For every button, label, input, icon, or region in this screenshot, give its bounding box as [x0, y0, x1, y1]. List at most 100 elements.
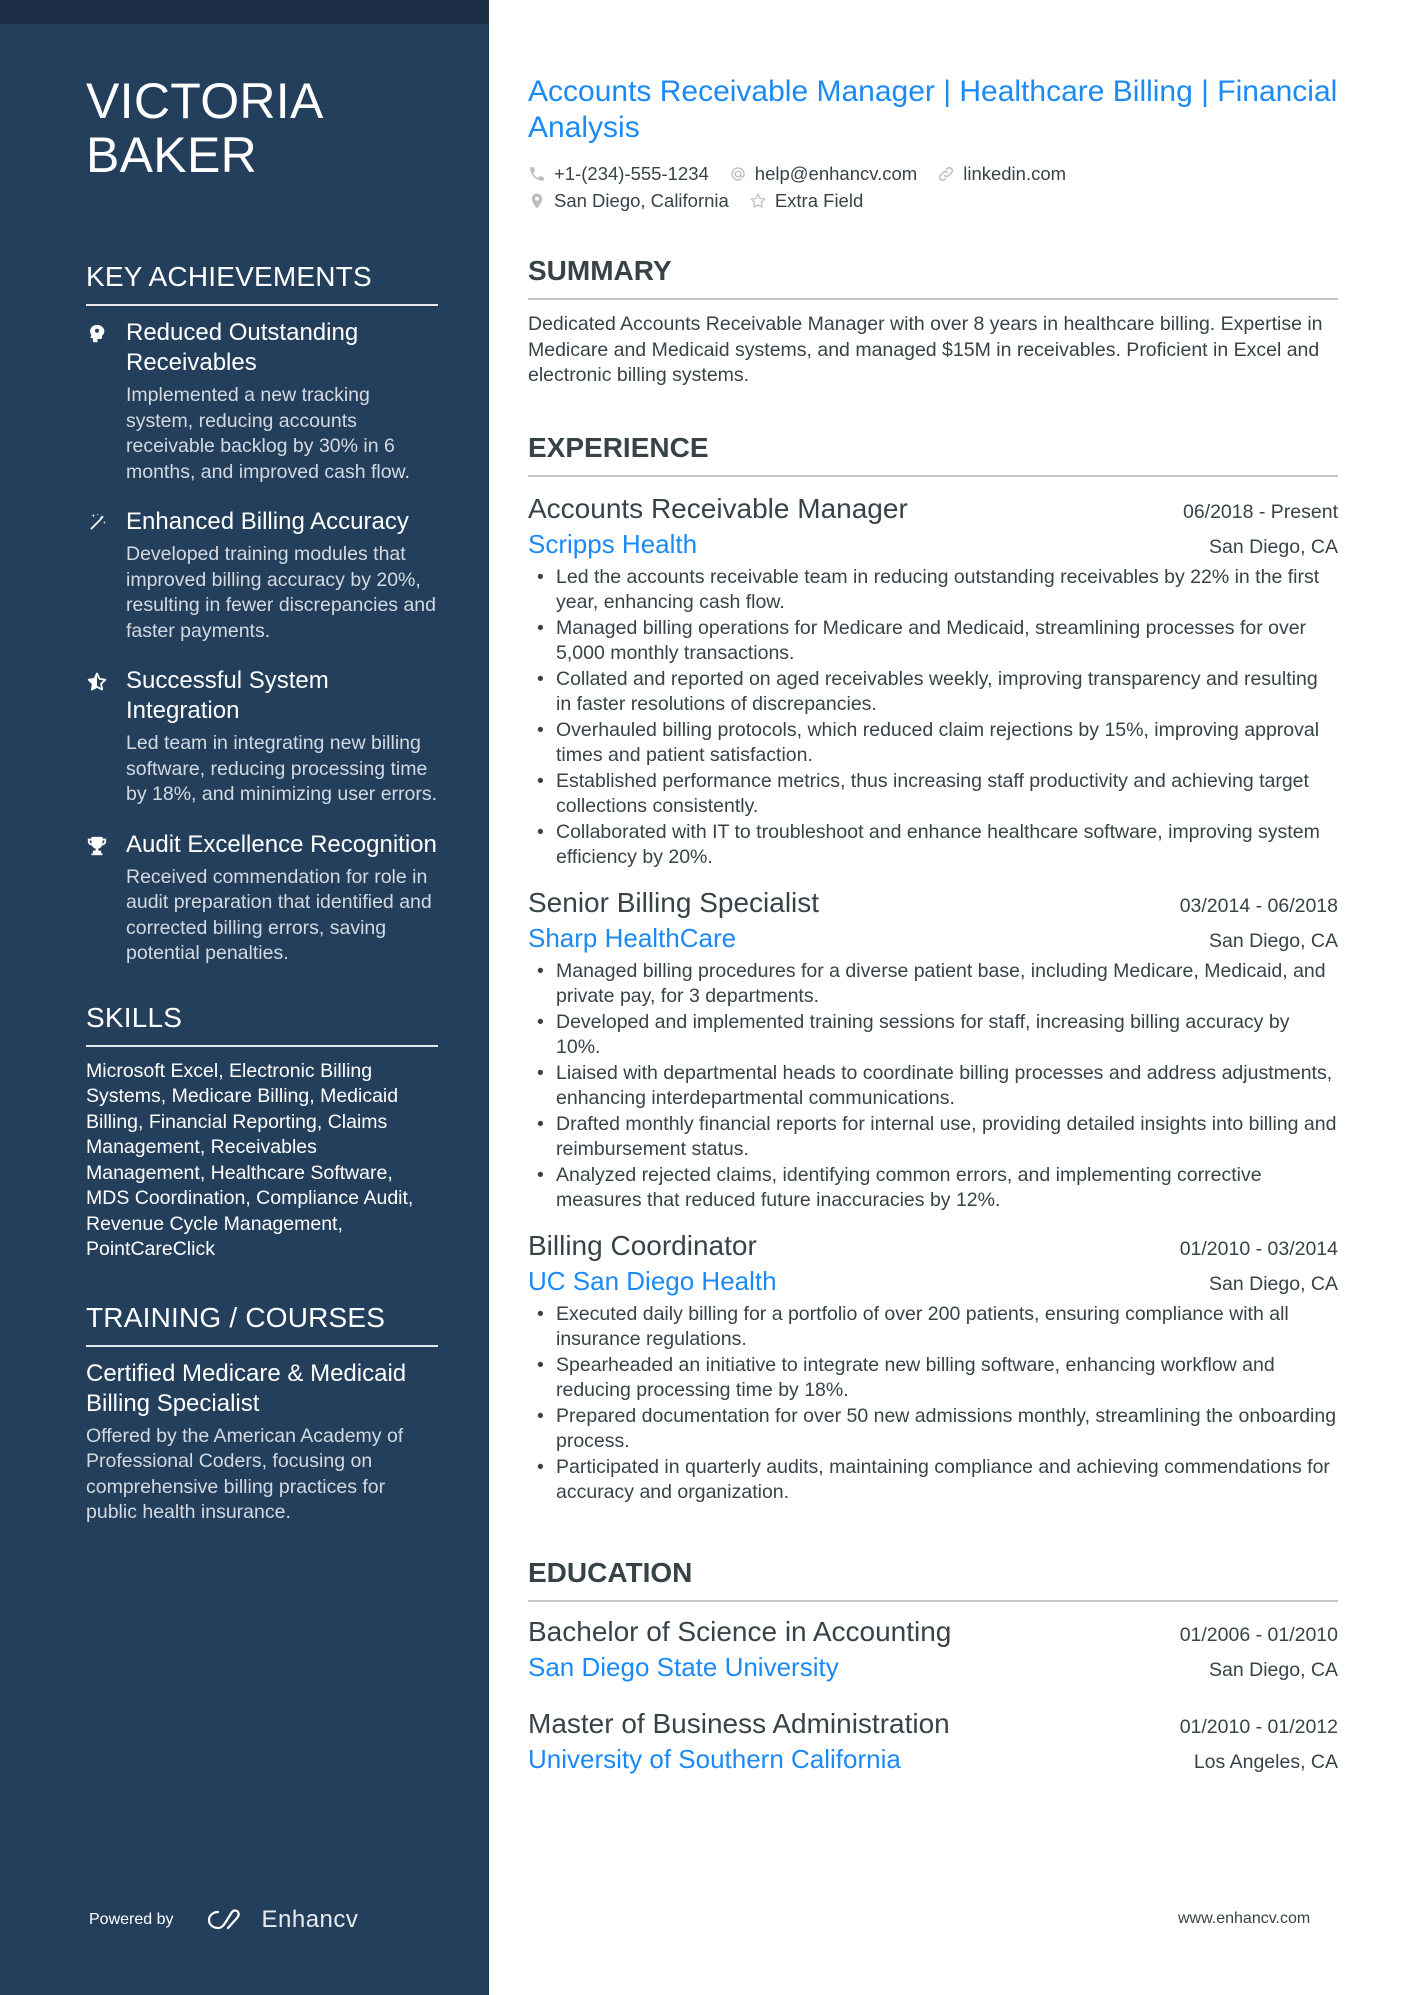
skills-section: SKILLS Microsoft Excel, Electronic Billi… [86, 1001, 438, 1263]
achievement-description: Implemented a new tracking system, reduc… [126, 384, 410, 483]
job-bullet: Liaised with departmental heads to coord… [528, 1061, 1338, 1112]
summary-text: Dedicated Accounts Receivable Manager wi… [528, 313, 1323, 386]
sidebar-top-strip [0, 0, 489, 24]
job-bullets: Managed billing procedures for a diverse… [528, 959, 1338, 1214]
achievement-title: Enhanced Billing Accuracy [126, 508, 409, 535]
achievement-item: Reduced Outstanding Receivables Implemen… [86, 318, 438, 485]
sidebar: VICTORIA BAKER KEY ACHIEVEMENTS Reduced … [0, 0, 489, 1995]
trophy-icon [87, 836, 107, 855]
education-entry: Master of Business Administration 01/201… [528, 1706, 1338, 1776]
school-location: San Diego, CA [1209, 1658, 1338, 1681]
job-bullet: Established performance metrics, thus in… [528, 769, 1338, 820]
achievement-item: Audit Excellence Recognition Received co… [86, 830, 438, 967]
contact-info: +1-(234)-555-1234 help@enhancv.com linke… [528, 160, 1338, 214]
job-bullet: Spearheaded an initiative to integrate n… [528, 1353, 1338, 1404]
job-bullet: Developed and implemented training sessi… [528, 1010, 1338, 1061]
achievement-description: Developed training modules that improved… [126, 543, 437, 642]
phone-icon [530, 166, 544, 181]
job-title: Accounts Receivable Manager [528, 492, 908, 524]
key-achievements-heading: KEY ACHIEVEMENTS [86, 260, 438, 306]
education-dates: 01/2006 - 01/2010 [1179, 1623, 1338, 1646]
company-name: Scripps Health [528, 528, 698, 559]
training-heading: TRAINING / COURSES [86, 1301, 438, 1347]
job-location: San Diego, CA [1209, 535, 1338, 558]
summary-heading: SUMMARY [528, 254, 1338, 300]
company-name: UC San Diego Health [528, 1265, 777, 1296]
name-last: BAKER [86, 127, 258, 183]
achievement-description: Received commendation for role in audit … [126, 865, 432, 965]
magic-wand-icon [90, 513, 106, 530]
star-outline-icon [750, 193, 766, 208]
achievement-description: Led team in integrating new billing soft… [126, 732, 438, 805]
job-bullet: Participated in quarterly audits, mainta… [528, 1455, 1338, 1506]
skills-list: Microsoft Excel, Electronic Billing Syst… [86, 1059, 414, 1261]
job-bullet: Collated and reported on aged receivable… [528, 667, 1338, 718]
job-bullet: Collaborated with IT to troubleshoot and… [528, 820, 1338, 871]
powered-by: Powered by Enhancv [89, 1906, 358, 1934]
email-text: help@enhancv.com [754, 162, 918, 184]
contact-link[interactable]: linkedin.com [937, 163, 1066, 185]
experience-entry: Accounts Receivable Manager 06/2018 - Pr… [528, 491, 1338, 871]
job-location: San Diego, CA [1209, 929, 1338, 952]
enhancv-logo-icon [207, 1909, 240, 1930]
experience-entry: Senior Billing Specialist 03/2014 - 06/2… [528, 885, 1338, 1214]
link-text: linkedin.com [963, 162, 1067, 184]
job-dates: 06/2018 - Present [1182, 500, 1338, 523]
skills-heading: SKILLS [86, 1001, 438, 1047]
powered-by-label: Powered by [89, 1911, 174, 1928]
education-entry: Bachelor of Science in Accounting 01/200… [528, 1614, 1338, 1684]
contact-phone[interactable]: +1-(234)-555-1234 [528, 163, 709, 185]
course-title: Certified Medicare & Medicaid Billing Sp… [86, 1359, 407, 1417]
experience-heading: EXPERIENCE [528, 431, 1338, 477]
course-description: Offered by the American Academy of Profe… [86, 1424, 404, 1524]
summary-section: SUMMARY Dedicated Accounts Receivable Ma… [528, 254, 1338, 389]
job-bullet: Executed daily billing for a portfolio o… [528, 1302, 1338, 1353]
key-achievements-section: KEY ACHIEVEMENTS Reduced Outstanding Rec… [86, 260, 438, 967]
job-dates: 03/2014 - 06/2018 [1179, 894, 1338, 917]
achievement-title: Audit Excellence Recognition [126, 830, 437, 858]
name-first: VICTORIA [86, 73, 324, 129]
job-bullets: Led the accounts receivable team in redu… [528, 565, 1338, 871]
link-icon [939, 166, 954, 181]
job-location: San Diego, CA [1209, 1272, 1338, 1295]
contact-email[interactable]: help@enhancv.com [729, 163, 917, 185]
extra-field-text: Extra Field [774, 189, 864, 211]
phone-text: +1-(234)-555-1234 [554, 162, 709, 184]
job-bullet: Led the accounts receivable team in redu… [528, 565, 1338, 616]
website-footer-link[interactable]: www.enhancv.com [1178, 1910, 1310, 1928]
degree-title: Master of Business Administration [528, 1707, 950, 1739]
contact-row: San Diego, California Extra Field [528, 187, 1338, 214]
job-bullet: Managed billing operations for Medicare … [528, 616, 1338, 667]
education-dates: 01/2010 - 01/2012 [1179, 1715, 1338, 1738]
contact-extra: Extra Field [749, 190, 863, 212]
job-dates: 01/2010 - 03/2014 [1179, 1237, 1338, 1260]
headline: Accounts Receivable Manager | Healthcare… [528, 75, 1338, 144]
experience-entry: Billing Coordinator 01/2010 - 03/2014 UC… [528, 1228, 1338, 1506]
achievement-item: Successful System Integration Led team i… [86, 666, 438, 808]
candidate-name: VICTORIA BAKER [86, 74, 438, 182]
enhancv-brand: Enhancv [261, 1906, 359, 1933]
education-section: EDUCATION Bachelor of Science in Account… [528, 1556, 1338, 1776]
education-heading: EDUCATION [528, 1556, 1338, 1602]
resume-header: Accounts Receivable Manager | Healthcare… [528, 74, 1338, 214]
course-item: Certified Medicare & Medicaid Billing Sp… [86, 1359, 438, 1526]
main-column: Accounts Receivable Manager | Healthcare… [528, 74, 1338, 1776]
school-name: University of Southern California [528, 1743, 901, 1774]
job-title: Senior Billing Specialist [528, 886, 820, 918]
job-bullet: Drafted monthly financial reports for in… [528, 1112, 1338, 1163]
at-sign-icon [731, 166, 745, 181]
achievement-title: Successful System Integration [126, 667, 329, 724]
company-name: Sharp HealthCare [528, 922, 737, 953]
job-bullet: Overhauled billing protocols, which redu… [528, 718, 1338, 769]
job-bullet: Prepared documentation for over 50 new a… [528, 1404, 1338, 1455]
brain-head-icon [90, 324, 105, 343]
experience-section: EXPERIENCE Accounts Receivable Manager 0… [528, 431, 1338, 1506]
contact-row: +1-(234)-555-1234 help@enhancv.com linke… [528, 160, 1338, 187]
location-text: San Diego, California [554, 189, 729, 211]
job-bullet: Managed billing procedures for a diverse… [528, 959, 1338, 1010]
star-half-icon [87, 672, 107, 691]
job-title: Billing Coordinator [528, 1229, 757, 1261]
school-location: Los Angeles, CA [1193, 1750, 1338, 1773]
job-bullets: Executed daily billing for a portfolio o… [528, 1302, 1338, 1506]
location-pin-icon [531, 193, 543, 208]
